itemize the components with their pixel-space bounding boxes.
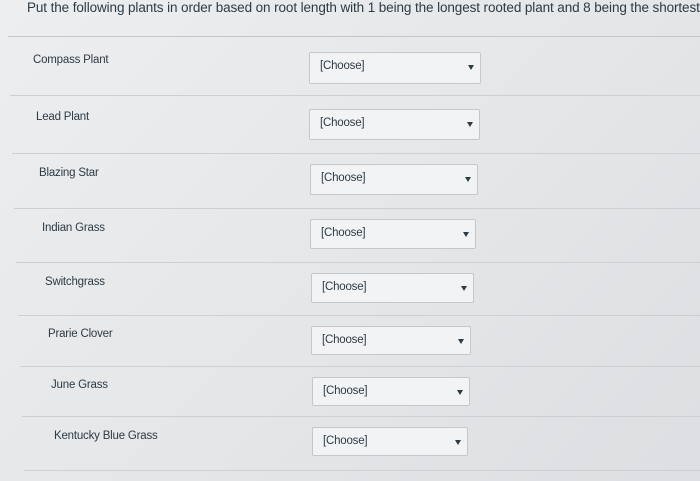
rank-select[interactable]: [Choose] xyxy=(312,427,468,456)
caret-down-icon xyxy=(461,286,467,291)
plant-label: Prarie Clover xyxy=(48,328,113,340)
rank-select-value: [Choose] xyxy=(323,435,368,447)
row-divider xyxy=(24,470,700,471)
caret-down-icon xyxy=(455,440,461,445)
plant-label: Indian Grass xyxy=(42,222,105,234)
rank-select-value: [Choose] xyxy=(322,281,367,293)
row-divider xyxy=(10,95,700,96)
rank-select-value: [Choose] xyxy=(320,117,365,129)
quiz-page: Put the following plants in order based … xyxy=(0,0,700,481)
plant-label: Blazing Star xyxy=(39,167,99,179)
row-divider xyxy=(22,416,700,417)
row-divider xyxy=(16,262,700,263)
caret-down-icon xyxy=(467,122,473,127)
plant-label: Lead Plant xyxy=(36,111,89,123)
plant-label: Kentucky Blue Grass xyxy=(54,430,158,442)
rank-select[interactable]: [Choose] xyxy=(309,109,480,140)
rank-select-value: [Choose] xyxy=(323,385,368,397)
question-prompt: Put the following plants in order based … xyxy=(27,0,700,15)
rank-select-value: [Choose] xyxy=(322,334,367,346)
plant-label: June Grass xyxy=(51,379,108,391)
caret-down-icon xyxy=(468,65,474,70)
plant-label: Switchgrass xyxy=(45,276,105,288)
rank-select[interactable]: [Choose] xyxy=(310,219,476,249)
question-divider xyxy=(8,36,700,37)
rank-select-value: [Choose] xyxy=(321,227,366,239)
rank-select[interactable]: [Choose] xyxy=(311,326,471,355)
caret-down-icon xyxy=(463,232,469,237)
rank-select-value: [Choose] xyxy=(321,172,366,184)
rank-select[interactable]: [Choose] xyxy=(310,164,478,195)
row-divider xyxy=(14,208,700,209)
caret-down-icon xyxy=(457,390,463,395)
row-divider xyxy=(12,153,700,154)
plant-label: Compass Plant xyxy=(33,54,109,66)
rank-select[interactable]: [Choose] xyxy=(312,377,470,406)
caret-down-icon xyxy=(465,177,471,182)
row-divider xyxy=(18,315,700,316)
rank-select[interactable]: [Choose] xyxy=(309,52,481,84)
rank-select[interactable]: [Choose] xyxy=(311,273,474,303)
row-divider xyxy=(20,366,700,367)
caret-down-icon xyxy=(458,339,464,344)
rank-select-value: [Choose] xyxy=(320,60,365,72)
